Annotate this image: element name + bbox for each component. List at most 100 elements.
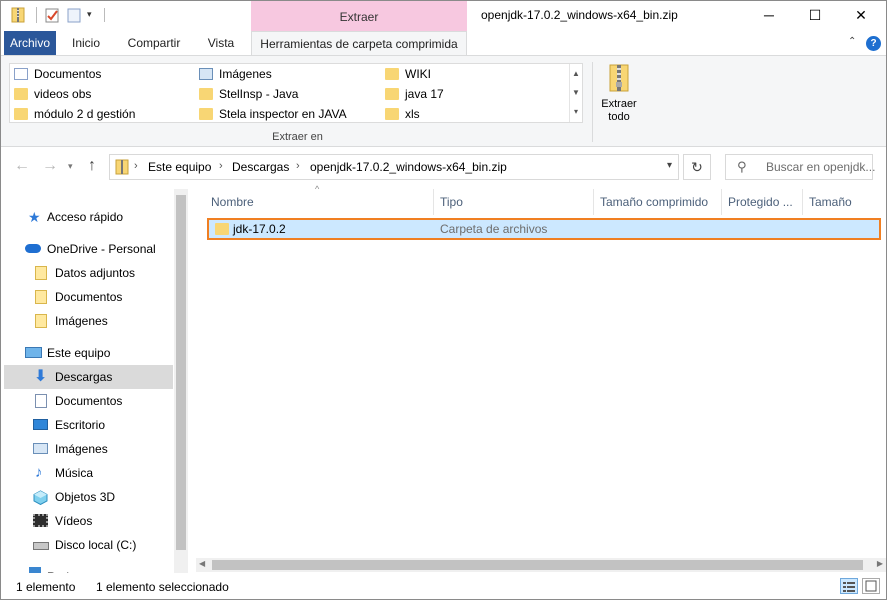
nav-item-datos-adjuntos[interactable]: Datos adjuntos xyxy=(33,261,170,285)
music-icon: ♪ xyxy=(35,464,43,481)
breadcrumb-zip[interactable]: openjdk-17.0.2_windows-x64_bin.zip xyxy=(310,160,507,174)
column-header-nombre[interactable]: Nombre xyxy=(205,189,434,215)
nav-item-escritorio[interactable]: Escritorio xyxy=(33,413,170,437)
close-button[interactable]: ✕ xyxy=(838,0,884,31)
breadcrumb-chevron-icon[interactable]: › xyxy=(219,160,223,172)
folder-icon xyxy=(385,68,399,80)
folder-icon xyxy=(35,290,47,304)
toolbar-separator xyxy=(104,8,105,22)
nav-item-acceso-rapido[interactable]: ★ Acceso rápido xyxy=(28,205,168,229)
nav-item-objetos-3d[interactable]: Objetos 3D xyxy=(33,485,170,509)
tab-archivo[interactable]: Archivo xyxy=(4,31,56,55)
zip-folder-icon xyxy=(114,159,130,175)
nav-item-imagenes[interactable]: Imágenes xyxy=(33,437,170,461)
tab-compartir[interactable]: Compartir xyxy=(118,31,190,55)
gallery-down-icon[interactable]: ▼ xyxy=(570,83,582,102)
column-header-tamano-comprimido[interactable]: Tamaño comprimido xyxy=(594,189,721,215)
group-separator xyxy=(592,62,593,142)
nav-item-red[interactable]: Red xyxy=(25,565,170,573)
nav-item-onedrive-documentos[interactable]: Documentos xyxy=(33,285,170,309)
customize-toolbar-icon[interactable]: ▾ xyxy=(87,9,92,20)
maximize-button[interactable]: ☐ xyxy=(792,0,838,31)
nav-item-onedrive-imagenes[interactable]: Imágenes xyxy=(33,309,170,333)
context-tab-extract[interactable]: Extraer xyxy=(251,0,467,31)
refresh-icon[interactable]: ↻ xyxy=(683,154,711,180)
large-icons-view-icon[interactable] xyxy=(862,578,880,594)
folder-icon xyxy=(199,108,213,120)
extract-to-modulo[interactable]: módulo 2 d gestión xyxy=(14,104,135,124)
folder-icon xyxy=(385,108,399,120)
extract-to-imagenes[interactable]: Imágenes xyxy=(199,64,272,84)
extract-to-stelinsp[interactable]: StelInsp - Java xyxy=(199,84,298,104)
breadcrumb-este-equipo[interactable]: Este equipo xyxy=(148,160,211,174)
drive-icon xyxy=(33,542,49,550)
nav-item-videos[interactable]: Vídeos xyxy=(33,509,170,533)
forward-arrow-icon[interactable]: → xyxy=(42,157,58,175)
extract-to-videos-obs[interactable]: videos obs xyxy=(14,84,91,104)
tab-inicio[interactable]: Inicio xyxy=(62,31,110,55)
file-type: Carpeta de archivos xyxy=(440,222,548,236)
extract-to-gallery: Documentos videos obs módulo 2 d gestión… xyxy=(9,63,583,123)
help-icon[interactable]: ? xyxy=(866,36,881,51)
nav-item-onedrive[interactable]: OneDrive - Personal xyxy=(25,237,170,261)
folder-icon xyxy=(199,88,213,100)
cloud-icon xyxy=(25,244,41,253)
address-bar[interactable]: › Este equipo › Descargas › openjdk-17.0… xyxy=(109,154,679,180)
back-arrow-icon[interactable]: ← xyxy=(14,157,30,175)
nav-item-disco-local[interactable]: Disco local (C:) xyxy=(33,533,170,557)
recent-locations-icon[interactable]: ▾ xyxy=(68,161,73,172)
breadcrumb-descargas[interactable]: Descargas xyxy=(232,160,289,174)
ribbon-tabs: Archivo Inicio Compartir Vista Herramien… xyxy=(0,31,887,56)
search-icon: ⚲ xyxy=(737,159,747,174)
extract-to-documentos[interactable]: Documentos xyxy=(14,64,101,84)
gallery-scroll[interactable]: ▲ ▼ ▾ xyxy=(569,64,582,122)
window-title: openjdk-17.0.2_windows-x64_bin.zip xyxy=(481,8,678,22)
scroll-thumb[interactable] xyxy=(176,195,186,550)
file-list-horizontal-scrollbar[interactable]: ◀ ▶ xyxy=(196,558,886,572)
nav-item-documentos[interactable]: Documentos xyxy=(33,389,170,413)
scroll-left-icon[interactable]: ◀ xyxy=(199,559,205,568)
nav-item-musica[interactable]: ♪ Música xyxy=(33,461,170,485)
tab-vista[interactable]: Vista xyxy=(198,31,244,55)
collapse-ribbon-icon[interactable]: ⌃ xyxy=(848,36,856,47)
minimize-button[interactable]: ─ xyxy=(746,0,792,31)
new-folder-icon[interactable] xyxy=(66,7,82,23)
folder-icon xyxy=(35,314,47,328)
folder-icon xyxy=(14,108,28,120)
video-icon xyxy=(33,514,48,527)
scroll-right-icon[interactable]: ▶ xyxy=(877,559,883,568)
documents-icon xyxy=(35,394,47,408)
search-box[interactable]: ⚲ Buscar en openjdk... xyxy=(725,154,876,180)
gallery-up-icon[interactable]: ▲ xyxy=(570,64,582,83)
column-header-tamano[interactable]: Tamaño xyxy=(803,189,883,215)
extract-to-stela[interactable]: Stela inspector en JAVA xyxy=(199,104,347,124)
column-header-protegido[interactable]: Protegido ... xyxy=(722,189,802,215)
column-header-tipo[interactable]: Tipo xyxy=(434,189,594,215)
breadcrumb-chevron-icon[interactable]: › xyxy=(296,160,300,172)
table-row[interactable]: jdk-17.0.2 Carpeta de archivos xyxy=(207,218,881,240)
nav-item-descargas[interactable]: ⬇ Descargas xyxy=(4,365,173,389)
extract-to-java17[interactable]: java 17 xyxy=(385,84,444,104)
gallery-more-icon[interactable]: ▾ xyxy=(570,102,582,121)
extract-to-xls[interactable]: xls xyxy=(385,104,420,124)
selection-count: 1 elemento seleccionado xyxy=(96,580,229,594)
extract-to-wiki[interactable]: WIKI xyxy=(385,64,431,84)
toolbar-separator xyxy=(36,7,37,23)
item-count: 1 elemento xyxy=(16,580,76,594)
nav-item-este-equipo[interactable]: Este equipo xyxy=(25,341,170,365)
extract-all-button[interactable]: Extraer todo xyxy=(597,62,641,128)
search-placeholder: Buscar en openjdk... xyxy=(766,160,876,174)
file-name: jdk-17.0.2 xyxy=(233,222,286,236)
desktop-icon xyxy=(33,419,48,430)
details-view-icon[interactable] xyxy=(840,578,858,594)
up-arrow-icon[interactable]: ↑ xyxy=(88,157,96,175)
navigation-pane-scrollbar[interactable] xyxy=(174,189,188,573)
tab-herramientas[interactable]: Herramientas de carpeta comprimida xyxy=(251,31,467,56)
breadcrumb-chevron-icon[interactable]: › xyxy=(134,160,138,172)
computer-icon xyxy=(25,347,42,358)
scroll-thumb[interactable] xyxy=(212,560,863,570)
folder-icon xyxy=(14,88,28,100)
address-dropdown-icon[interactable]: ▾ xyxy=(667,160,672,171)
properties-icon[interactable] xyxy=(44,7,60,23)
ribbon: Documentos videos obs módulo 2 d gestión… xyxy=(0,55,887,147)
